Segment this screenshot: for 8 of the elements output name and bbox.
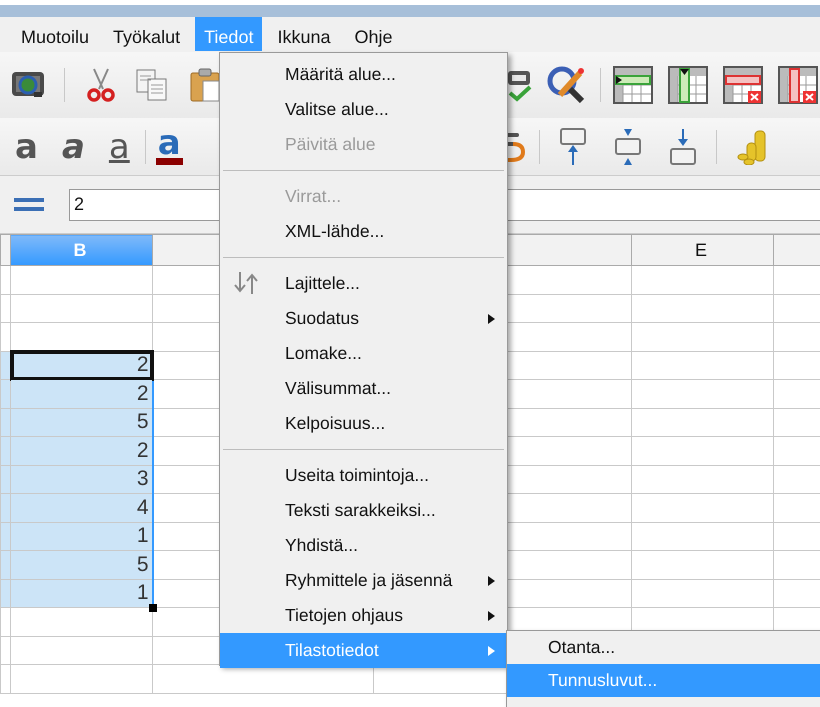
table-cell: 2 bbox=[10, 380, 152, 408]
table-cell: 1 bbox=[10, 522, 152, 550]
table-cell: 2 bbox=[10, 436, 152, 465]
table-cell: 4 bbox=[10, 494, 152, 522]
table-cell: 5 bbox=[10, 408, 152, 436]
table-cell: 3 bbox=[10, 465, 152, 494]
table-cell: 2 bbox=[10, 351, 152, 380]
table-cell: 5 bbox=[10, 550, 152, 579]
